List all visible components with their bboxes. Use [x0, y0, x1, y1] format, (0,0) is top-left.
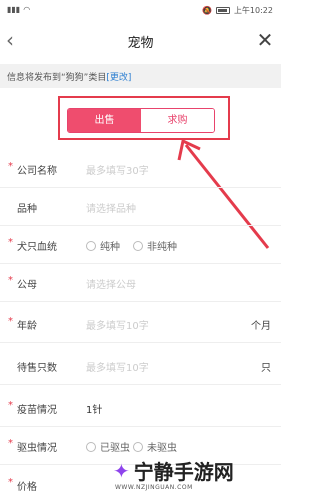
- form-row-bloodline: * 犬只血统 纯种 非纯种: [0, 226, 281, 264]
- required-mark: *: [8, 161, 13, 172]
- vaccine-select[interactable]: 1针: [86, 401, 102, 416]
- radio-circle-icon: [86, 240, 96, 251]
- radio-circle-icon: [86, 441, 96, 452]
- form-row-quantity: 待售只数 最多填写10字 只: [0, 347, 281, 385]
- status-time: 上午10:22: [233, 6, 273, 15]
- quantity-unit: 只: [261, 363, 271, 374]
- bloodline-label: 犬只血统: [17, 242, 57, 253]
- page-title: 宠物: [127, 36, 154, 51]
- required-mark: *: [8, 477, 13, 488]
- tab-sell[interactable]: 出售: [68, 109, 141, 132]
- nav-bar: ‹ 宠物 ✕: [0, 22, 281, 60]
- sex-label: 公母: [17, 280, 37, 291]
- site-watermark: ✦ 宁静手游网 WWW.NZJINGUAN.COM: [113, 452, 273, 492]
- status-bar: ▮▮▮ ◠ 🔕 上午10:22: [0, 0, 281, 20]
- status-right: 🔕 上午10:22: [202, 5, 273, 16]
- close-icon[interactable]: ✕: [255, 28, 275, 52]
- radio-mixed-label: 非纯种: [147, 242, 177, 253]
- radio-circle-icon: [133, 441, 143, 452]
- radio-purebred[interactable]: 纯种: [86, 238, 120, 253]
- change-category-link[interactable]: [更改]: [106, 73, 131, 83]
- post-type-segmented: 出售 求购: [67, 108, 215, 133]
- radio-purebred-label: 纯种: [100, 242, 120, 253]
- deworm-label: 驱虫情况: [17, 443, 57, 454]
- wifi-icon: ◠: [23, 5, 31, 14]
- category-notice: 信息将发布到“狗狗”类目[更改]: [0, 64, 281, 88]
- battery-icon: [215, 7, 230, 14]
- vaccine-label: 疫苗情况: [17, 405, 57, 416]
- form-row-age: * 年龄 最多填写10字 个月: [0, 305, 281, 343]
- breed-select[interactable]: 请选择品种: [86, 200, 136, 215]
- price-label: 价格: [17, 482, 37, 493]
- sex-select[interactable]: 请选择公母: [86, 276, 136, 291]
- age-input[interactable]: 最多填写10字: [86, 317, 149, 332]
- required-mark: *: [8, 316, 13, 327]
- breed-label: 品种: [17, 204, 37, 215]
- form-row-company: * 公司名称 最多填写30字: [0, 150, 281, 188]
- quantity-input[interactable]: 最多填写10字: [86, 359, 149, 374]
- radio-circle-icon: [133, 240, 143, 251]
- required-mark: *: [8, 400, 13, 411]
- radio-mixed[interactable]: 非纯种: [133, 238, 177, 253]
- tab-buy[interactable]: 求购: [141, 109, 214, 132]
- company-input[interactable]: 最多填写30字: [86, 162, 149, 177]
- required-mark: *: [8, 237, 13, 248]
- age-unit: 个月: [251, 321, 271, 332]
- age-label: 年龄: [17, 321, 37, 332]
- form-row-vaccine: * 疫苗情况 1针: [0, 389, 281, 427]
- required-mark: *: [8, 275, 13, 286]
- form-row-sex: * 公母 请选择公母: [0, 264, 281, 302]
- watermark-url: WWW.NZJINGUAN.COM: [115, 484, 193, 491]
- watermark-logo-icon: ✦: [113, 458, 130, 483]
- required-mark: *: [8, 438, 13, 449]
- quantity-label: 待售只数: [17, 363, 57, 374]
- company-label: 公司名称: [17, 166, 57, 177]
- watermark-title: 宁静手游网: [133, 460, 234, 484]
- form-row-breed: 品种 请选择品种: [0, 188, 281, 226]
- mute-icon: 🔕: [201, 6, 212, 15]
- signal-icon: ▮▮▮: [7, 5, 21, 14]
- status-left: ▮▮▮ ◠: [7, 5, 30, 14]
- watermark-title-wrap: ✦ 宁静手游网: [113, 456, 273, 485]
- notice-text: 信息将发布到“狗狗”类目: [7, 73, 107, 83]
